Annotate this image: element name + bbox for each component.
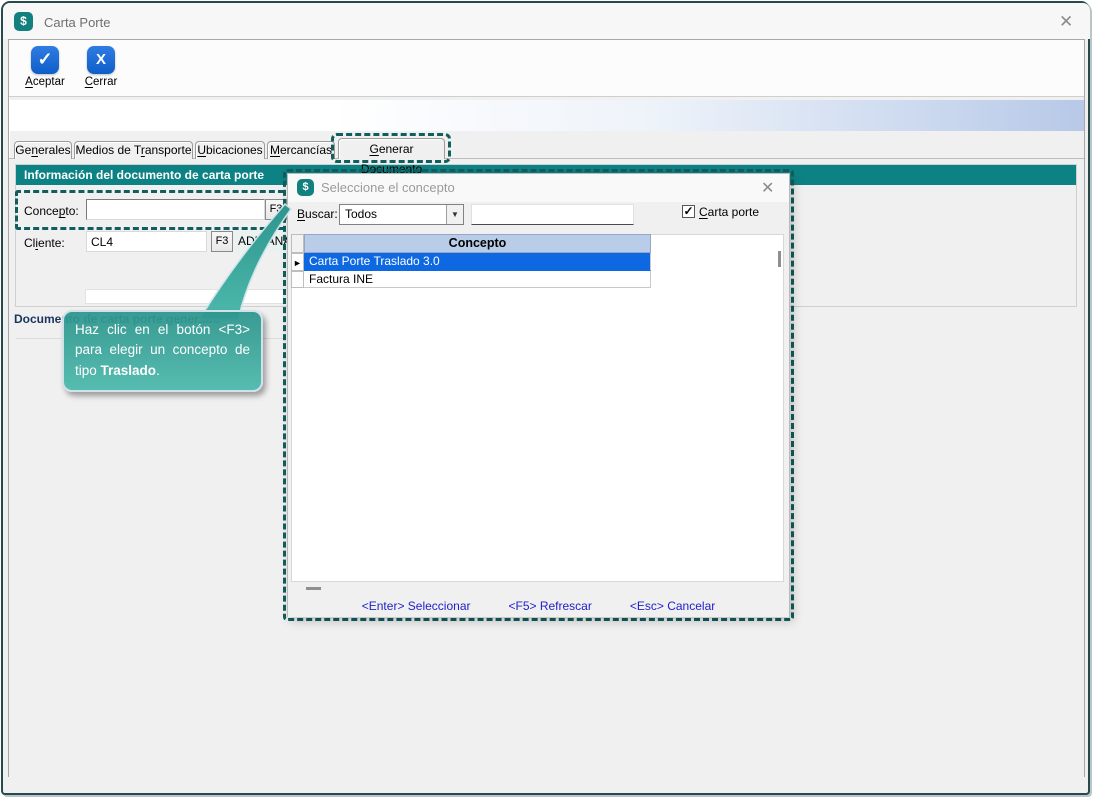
check-icon: ✓ <box>31 46 59 74</box>
dialog-titlebar: $ Seleccione el concepto ✕ <box>288 174 789 202</box>
header-gradient-band <box>9 100 1084 131</box>
tab-medios-de-transporte[interactable]: Medios de Transporte <box>74 141 193 159</box>
row-selector-arrow: ► <box>291 253 304 271</box>
enter-seleccionar-link[interactable]: <Enter> Seleccionar <box>362 599 471 613</box>
aceptar-label: Aceptar <box>16 76 74 88</box>
help-tooltip: Haz clic en el botón <F3> para elegir un… <box>62 310 263 392</box>
main-toolbar: ✓ Aceptar X Cerrar <box>9 40 1084 97</box>
buscar-label: Buscar: <box>297 207 338 221</box>
dialog-app-icon: $ <box>297 179 314 196</box>
window-title: Carta Porte <box>44 13 110 33</box>
tab-mercancias[interactable]: Mercancías <box>267 141 335 159</box>
aceptar-button[interactable]: ✓ Aceptar <box>16 46 74 94</box>
cliente-label: Cliente: <box>24 236 65 250</box>
row-selector <box>291 271 304 288</box>
grid-column-header[interactable]: Concepto <box>304 234 651 253</box>
concepto-annotation-dashed-box <box>15 190 293 230</box>
main-titlebar: $ Carta Porte ✕ <box>3 3 1090 39</box>
dialog-footer: <Enter> Seleccionar <F5> Refrescar <Esc>… <box>288 594 789 617</box>
horizontal-scrollbar-thumb[interactable] <box>306 587 321 590</box>
seleccione-concepto-dialog: $ Seleccione el concepto ✕ Buscar: Todos… <box>287 173 790 617</box>
carta-porte-checkbox[interactable]: ✓ <box>682 205 695 218</box>
x-icon: X <box>87 46 115 74</box>
cliente-f3-button[interactable]: F3 <box>211 231 233 252</box>
dialog-title: Seleccione el concepto <box>321 174 455 202</box>
grid-selector-header <box>291 234 304 253</box>
row-arrow-icon: ► <box>293 258 302 268</box>
cerrar-button[interactable]: X Cerrar <box>72 46 130 94</box>
grid-row-selected[interactable]: Carta Porte Traslado 3.0 <box>304 253 651 271</box>
tab-ubicaciones[interactable]: Ubicaciones <box>195 141 265 159</box>
window-close-icon[interactable]: ✕ <box>1059 13 1073 30</box>
tab-generales[interactable]: Generales <box>14 141 72 159</box>
checkbox-check-icon: ✓ <box>683 204 693 218</box>
cerrar-label: Cerrar <box>72 76 130 88</box>
grid-row[interactable]: Factura INE <box>304 271 651 288</box>
buscar-dropdown[interactable]: Todos ▼ <box>339 204 464 225</box>
document-field-strip[interactable] <box>85 289 284 304</box>
dialog-close-icon[interactable]: ✕ <box>761 180 774 197</box>
vertical-scrollbar-thumb[interactable] <box>778 251 781 267</box>
f5-refrescar-link[interactable]: <F5> Refrescar <box>508 599 591 613</box>
tab-annotation-dashed-box <box>331 133 451 163</box>
chevron-down-icon[interactable]: ▼ <box>446 205 463 224</box>
app-icon: $ <box>14 12 33 31</box>
esc-cancelar-link[interactable]: <Esc> Cancelar <box>630 599 715 613</box>
buscar-search-input[interactable] <box>471 204 634 225</box>
cliente-input[interactable] <box>86 231 207 252</box>
buscar-dropdown-value: Todos <box>345 205 377 224</box>
carta-porte-checkbox-label[interactable]: Carta porte <box>699 205 759 219</box>
